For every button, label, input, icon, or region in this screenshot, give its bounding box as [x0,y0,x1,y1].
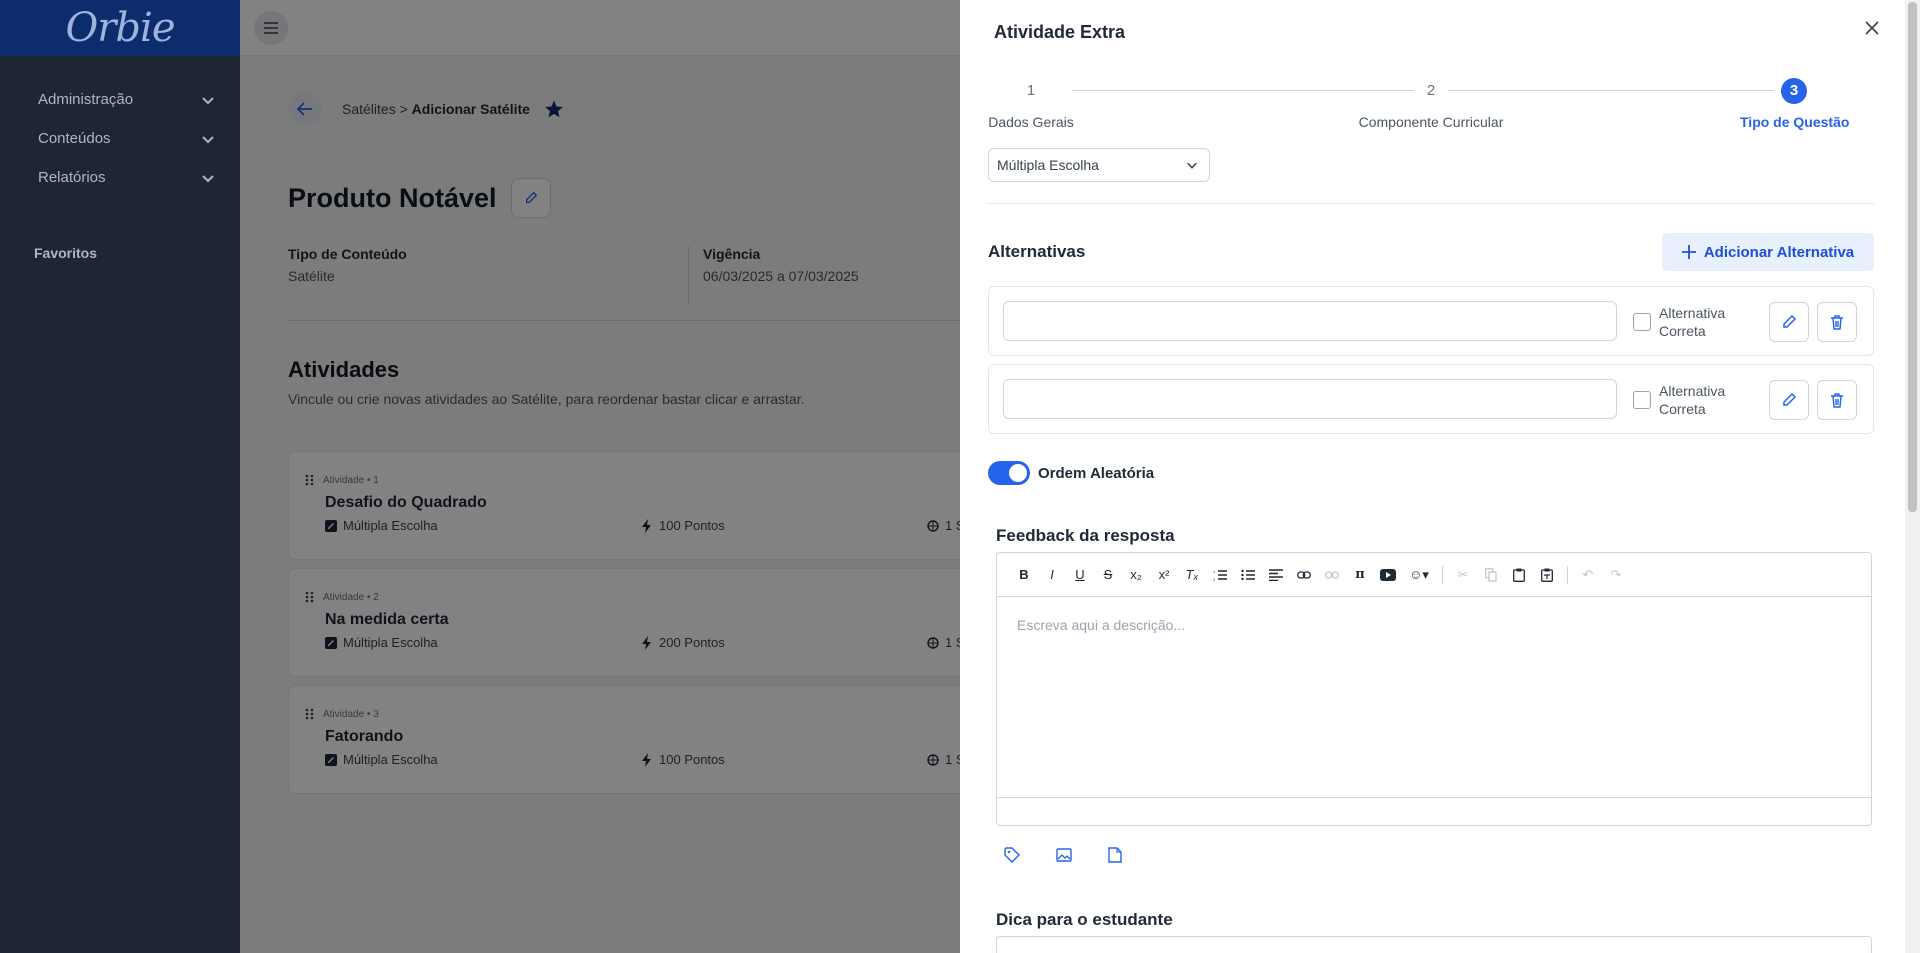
strikethrough-icon[interactable]: S [1097,564,1119,586]
editor-toolbar: B I U S x₂ x² Tₓ 12 π ☺▾ ✂ ↶ ↷ [997,553,1871,597]
clear-format-icon[interactable]: Tₓ [1181,564,1203,586]
toggle-knob [1009,464,1027,482]
close-button[interactable] [1860,16,1884,40]
random-order-label: Ordem Aleatória [1038,464,1155,482]
plus-icon [1681,245,1696,259]
toolbar-separator [1567,565,1568,584]
random-order-toggle[interactable] [988,461,1030,485]
edit-alternative-button[interactable] [1769,380,1809,420]
sidebar-item-label: Conteúdos [38,130,111,147]
undo-icon[interactable]: ↶ [1577,564,1599,586]
tag-icon[interactable] [1004,847,1020,863]
correct-alternative-label: Alternativa Correta [1659,383,1726,417]
correct-alternative-checkbox[interactable] [1633,313,1651,331]
step-general-data[interactable]: 1 Dados Gerais [988,78,1074,130]
video-icon[interactable] [1377,564,1399,586]
paste-icon[interactable] [1508,564,1530,586]
feedback-editor: B I U S x₂ x² Tₓ 12 π ☺▾ ✂ ↶ ↷ Escreva a… [996,552,1872,826]
editor-footer [997,797,1871,825]
subscript-icon[interactable]: x₂ [1125,564,1147,586]
unlink-icon[interactable] [1321,564,1343,586]
drawer-title: Atividade Extra [994,22,1126,42]
random-order-row: Ordem Aleatória [988,461,1154,485]
student-tip-editor[interactable] [996,936,1872,953]
alternative-row: Alternativa Correta [988,286,1874,356]
sidebar: Orbie Administração Conteúdos Relatórios… [0,0,240,953]
close-icon [1865,21,1879,35]
redo-icon[interactable]: ↷ [1605,564,1627,586]
italic-icon[interactable]: I [1041,564,1063,586]
feedback-title: Feedback da resposta [996,526,1175,545]
pencil-icon [1783,392,1797,406]
chevron-down-icon [202,96,214,104]
alternative-input[interactable] [1003,379,1617,419]
attachment-actions [1004,847,1122,863]
paste-text-icon[interactable] [1536,564,1558,586]
bold-icon[interactable]: B [1013,564,1035,586]
file-icon[interactable] [1108,847,1122,863]
delete-alternative-button[interactable] [1817,380,1857,420]
chevron-down-icon [202,135,214,143]
trash-icon [1831,393,1843,408]
superscript-icon[interactable]: x² [1153,564,1175,586]
copy-icon[interactable] [1480,564,1502,586]
sidebar-item-administracao[interactable]: Administração [0,80,240,119]
add-alternative-label: Adicionar Alternativa [1703,243,1855,261]
logo[interactable]: Orbie [66,5,176,51]
correct-alternative-checkbox[interactable] [1633,391,1651,409]
image-icon[interactable] [1056,847,1072,863]
favorites-heading: Favoritos [34,245,98,261]
align-left-icon[interactable] [1265,564,1287,586]
alternative-input[interactable] [1003,301,1617,341]
underline-icon[interactable]: U [1069,564,1091,586]
step-label: Dados Gerais [988,114,1074,130]
trash-icon [1831,315,1843,330]
step-question-type[interactable]: 3 Tipo de Questão [1740,78,1850,130]
logo-bar: Orbie [0,0,240,56]
student-tip-title: Dica para o estudante [996,910,1173,929]
alternatives-title: Alternativas [988,242,1086,261]
activity-drawer: Atividade Extra 1 Dados Gerais 2 Compone… [960,0,1920,953]
alternative-row: Alternativa Correta [988,364,1874,434]
svg-text:1: 1 [1213,569,1216,574]
cut-icon[interactable]: ✂ [1452,564,1474,586]
sidebar-item-label: Relatórios [38,169,106,186]
step-number: 3 [1781,78,1807,104]
divider [988,203,1874,204]
emoji-icon[interactable]: ☺▾ [1405,564,1433,586]
toolbar-separator [1442,565,1443,584]
step-curricular-component[interactable]: 2 Componente Curricular [1358,78,1504,130]
sidebar-item-conteudos[interactable]: Conteúdos [0,119,240,158]
ordered-list-icon[interactable]: 12 [1209,564,1231,586]
formula-icon[interactable]: π [1349,564,1371,586]
edit-alternative-button[interactable] [1769,302,1809,342]
question-type-select[interactable]: Múltipla Escolha [988,148,1210,182]
scrollbar[interactable] [1905,0,1920,953]
unordered-list-icon[interactable] [1237,564,1259,586]
sidebar-menu: Administração Conteúdos Relatórios [0,56,240,197]
step-number: 2 [1426,82,1436,99]
step-label: Tipo de Questão [1740,114,1850,130]
chevron-down-icon [1187,162,1197,169]
delete-alternative-button[interactable] [1817,302,1857,342]
svg-text:2: 2 [1213,577,1216,581]
sidebar-item-label: Administração [38,91,134,108]
correct-alternative-label: Alternativa Correta [1659,305,1726,339]
link-icon[interactable] [1293,564,1315,586]
pencil-icon [1783,314,1797,328]
stepper: 1 Dados Gerais 2 Componente Curricular 3… [988,78,1849,134]
add-alternative-button[interactable]: Adicionar Alternativa [1662,233,1874,271]
chevron-down-icon [202,174,214,182]
question-type-value: Múltipla Escolha [997,157,1099,173]
sidebar-item-relatorios[interactable]: Relatórios [0,158,240,197]
step-label: Componente Curricular [1358,114,1504,130]
scrollbar-thumb[interactable] [1908,2,1917,512]
feedback-editor-body[interactable]: Escreva aqui a descrição... [997,597,1871,797]
step-number: 1 [1026,82,1036,99]
